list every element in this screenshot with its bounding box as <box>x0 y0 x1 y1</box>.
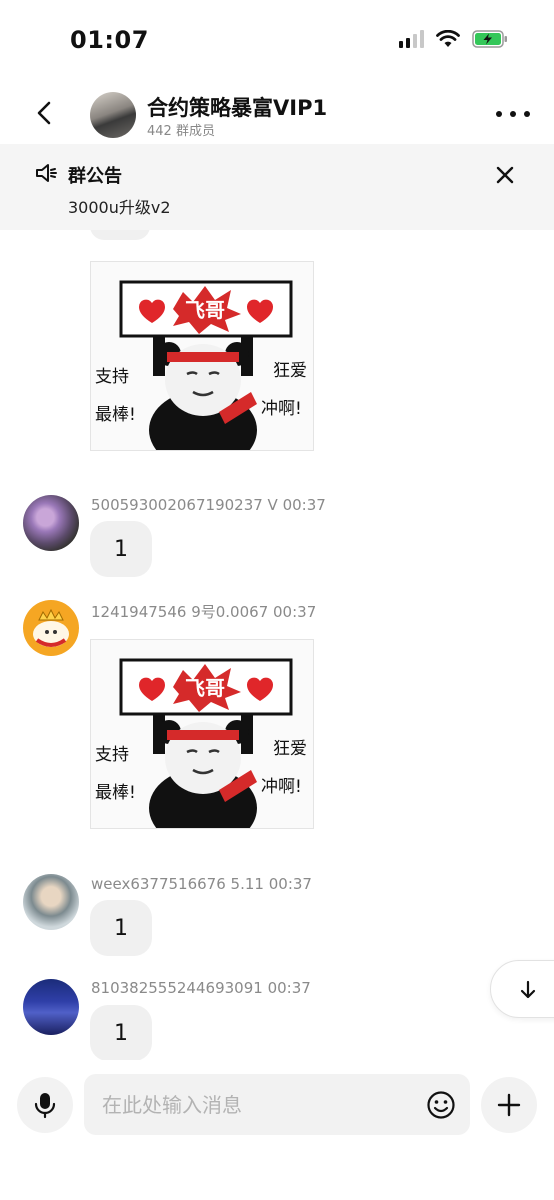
dot-icon <box>496 111 502 117</box>
dot-icon <box>524 111 530 117</box>
sticker-text: 狂爱 <box>273 361 307 381</box>
sender-line: weex6377516676 5.11 00:37 <box>91 875 312 893</box>
message-bubble[interactable]: 1 <box>90 1005 152 1060</box>
chat-header: 合约策略暴富VIP1 442 群成员 <box>0 82 554 144</box>
status-bar: 01:07 <box>0 0 554 82</box>
sender-name: 1241947546 9号0.0067 <box>91 603 269 621</box>
input-bar <box>0 1060 554 1200</box>
status-icons <box>399 30 508 48</box>
message-bubble[interactable]: 1 <box>90 900 152 956</box>
wifi-icon <box>436 30 460 47</box>
add-attachment-button[interactable] <box>481 1077 537 1133</box>
group-notice[interactable]: 群公告 3000u升级v2 <box>0 144 554 230</box>
sticker-text: 支持 <box>95 745 129 765</box>
avatar[interactable] <box>23 874 79 930</box>
plus-icon <box>497 1093 521 1117</box>
group-title[interactable]: 合约策略暴富VIP1 <box>147 92 327 122</box>
sender-name: 500593002067190237 V <box>91 496 278 514</box>
sticker-label: 飞哥 <box>185 298 225 322</box>
message-bubble[interactable] <box>90 230 150 240</box>
dot-icon <box>510 111 516 117</box>
message-list[interactable]: 飞哥 支持 最棒! 狂爱 冲啊! 500593002067190237 V 00… <box>0 230 554 1060</box>
sender-name: 810382555244693091 <box>91 979 263 997</box>
notice-text: 3000u升级v2 <box>68 198 171 217</box>
status-time: 01:07 <box>70 26 149 54</box>
sticker-text: 最棒! <box>95 783 136 803</box>
cellular-signal-icon <box>399 30 424 48</box>
scroll-to-bottom-button[interactable] <box>490 960 554 1018</box>
megaphone-icon <box>36 164 57 182</box>
sticker-text: 支持 <box>95 367 129 387</box>
sender-line: 810382555244693091 00:37 <box>91 979 311 997</box>
avatar[interactable] <box>23 495 79 551</box>
microphone-icon <box>34 1093 56 1119</box>
emoji-button[interactable] <box>426 1090 456 1120</box>
message-time: 00:37 <box>282 496 326 514</box>
avatar[interactable] <box>23 979 79 1035</box>
more-options-button[interactable] <box>496 100 530 128</box>
sticker-text: 最棒! <box>95 405 136 425</box>
group-avatar[interactable] <box>90 92 136 138</box>
message-time: 00:37 <box>268 875 312 893</box>
avatar[interactable] <box>23 600 79 656</box>
sticker-text: 冲啊! <box>261 399 302 419</box>
back-button[interactable] <box>28 96 62 130</box>
voice-button[interactable] <box>17 1077 73 1133</box>
sender-line: 1241947546 9号0.0067 00:37 <box>91 601 316 622</box>
notice-title: 群公告 <box>68 166 122 187</box>
message-time: 00:37 <box>273 603 317 621</box>
battery-charging-icon <box>472 30 507 48</box>
sticker-text: 狂爱 <box>273 739 307 759</box>
close-notice-button[interactable] <box>494 164 516 186</box>
sticker-image[interactable]: 飞哥 支持 最棒! 狂爱 冲啊! <box>90 639 314 829</box>
sticker-image[interactable]: 飞哥 支持 最棒! 狂爱 冲啊! <box>90 261 314 451</box>
sticker-label: 飞哥 <box>185 676 225 700</box>
sender-name: weex6377516676 5.11 <box>91 875 264 893</box>
member-count: 442 群成员 <box>147 124 215 139</box>
message-input[interactable] <box>84 1074 470 1135</box>
message-bubble[interactable]: 1 <box>90 521 152 577</box>
message-time: 00:37 <box>267 979 311 997</box>
sender-line: 500593002067190237 V 00:37 <box>91 496 326 514</box>
arrow-down-icon <box>520 980 536 999</box>
sticker-text: 冲啊! <box>261 777 302 797</box>
